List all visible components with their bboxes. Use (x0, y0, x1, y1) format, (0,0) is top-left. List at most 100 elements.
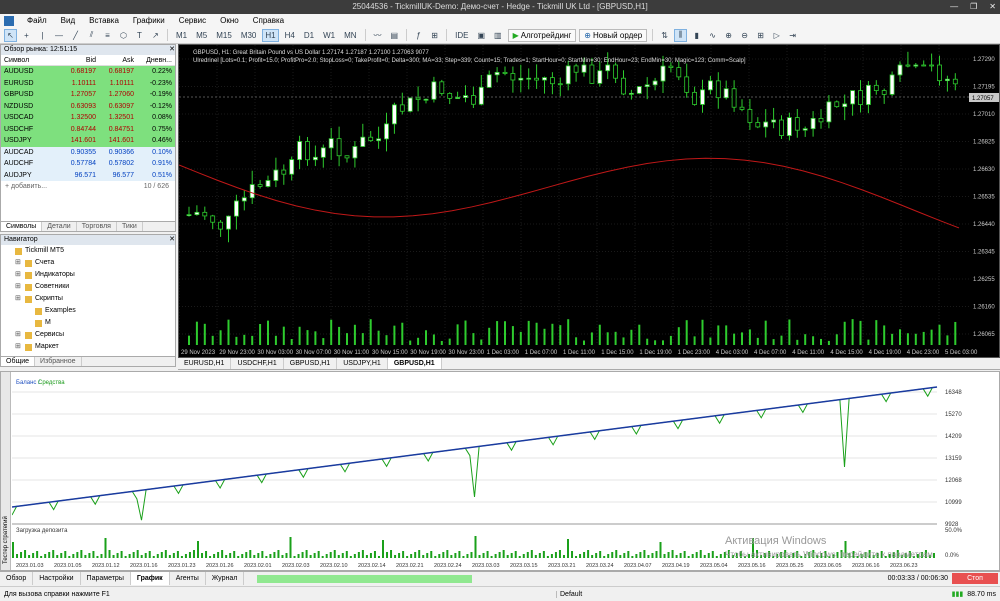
chart-tab-gbpusd[interactable]: GBPUSD,H1 (284, 358, 338, 369)
tab-symbols[interactable]: Символы (1, 222, 43, 231)
navigator-item[interactable]: ⊞ Советники (1, 281, 175, 293)
market-watch-row[interactable]: AUDCAD 0.90355 0.90366 0.10% (1, 146, 175, 158)
navigator-item[interactable]: Examples (1, 305, 175, 317)
menu-charts[interactable]: Графики (126, 14, 172, 27)
templates-icon[interactable]: ▤ (388, 29, 402, 42)
menu-tools[interactable]: Сервис (172, 14, 213, 27)
timeframe-m5[interactable]: M5 (193, 29, 210, 42)
crosshair-icon[interactable]: + (20, 29, 33, 42)
chart-tab-usdjpy[interactable]: USDJPY,H1 (337, 358, 388, 369)
tab-trading[interactable]: Торговля (77, 222, 117, 231)
indicators-icon[interactable]: ƒ (412, 29, 425, 42)
objects-icon[interactable]: ⊞ (428, 29, 441, 42)
maximize-button[interactable]: ❐ (970, 0, 977, 14)
menu-file[interactable]: Файл (20, 14, 54, 27)
close-icon[interactable]: ✕ (169, 235, 175, 245)
profile-name[interactable]: Default (556, 590, 756, 598)
deposit-bar (502, 550, 505, 558)
cell-ask: 1.32501 (108, 114, 134, 121)
tab-ticks[interactable]: Тики (117, 222, 143, 231)
tab-favorites[interactable]: Избранное (35, 357, 82, 366)
expand-icon[interactable]: ⊞ (15, 257, 22, 269)
autoscroll-icon[interactable]: ▷ (770, 29, 783, 42)
depth-icon[interactable]: ⇅ (658, 29, 671, 42)
navigator-item[interactable]: ⊞ Индикаторы (1, 269, 175, 281)
trendline-icon[interactable]: ╱ (69, 29, 82, 42)
menu-window[interactable]: Окно (213, 14, 246, 27)
expand-icon[interactable]: ⊞ (15, 293, 22, 305)
chart-tab-usdchf[interactable]: USDCHF,H1 (231, 358, 284, 369)
close-icon[interactable]: ✕ (169, 45, 175, 55)
timeframe-d1[interactable]: D1 (301, 29, 317, 42)
chart-tab-gbpusd-active[interactable]: GBPUSD,H1 (387, 358, 442, 369)
market-watch-row[interactable]: AUDJPY 96.571 96.577 0.51% (1, 169, 175, 181)
navigator-item[interactable]: ⊞ Счета (1, 257, 175, 269)
market-watch-row[interactable]: NZDUSD 0.63093 0.63097 -0.12% (1, 100, 175, 112)
channel-icon[interactable]: ⫽ (85, 29, 98, 42)
expand-icon[interactable]: ⊞ (15, 341, 22, 353)
horizontal-line-icon[interactable]: — (52, 29, 66, 42)
navigator-item[interactable]: ⊞ Скрипты (1, 293, 175, 305)
timeframe-w1[interactable]: W1 (320, 29, 338, 42)
tab-overview[interactable]: Обзор (0, 572, 34, 585)
volume-bar (369, 319, 372, 345)
expand-icon[interactable]: ⊞ (15, 329, 22, 341)
market-watch-row[interactable]: USDCAD 1.32500 1.32501 0.08% (1, 112, 175, 124)
algo-trading-button[interactable]: ▶ Алготрейдинг (507, 28, 577, 42)
timeframe-m1[interactable]: M1 (173, 29, 190, 42)
tile-icon[interactable]: ⊞ (754, 29, 767, 42)
market-watch-row[interactable]: GBPUSD 1.27057 1.27060 -0.19% (1, 89, 175, 101)
timeframe-m30[interactable]: M30 (238, 29, 260, 42)
zoom-in-icon[interactable]: ⊕ (722, 29, 735, 42)
market-watch-row[interactable]: EURUSD 1.10111 1.10111 -0.23% (1, 77, 175, 89)
expand-icon[interactable]: ⊞ (15, 281, 22, 293)
zoom-out-icon[interactable]: ⊖ (738, 29, 751, 42)
tab-parameters[interactable]: Параметры (81, 572, 131, 585)
close-button[interactable]: ✕ (989, 0, 996, 14)
timeframe-h1[interactable]: H1 (262, 28, 279, 42)
tab-graph[interactable]: График (130, 572, 170, 585)
timeframe-h4[interactable]: H4 (282, 29, 298, 42)
market-watch-row[interactable]: USDCHF 0.84744 0.84751 0.75% (1, 123, 175, 135)
new-order-button[interactable]: ⊕ Новый ордер (579, 28, 648, 42)
market-watch-row[interactable]: USDJPY 141.601 141.601 0.46% (1, 135, 175, 147)
tab-agents[interactable]: Агенты (170, 572, 206, 585)
arrows-icon[interactable]: ↗ (149, 29, 162, 42)
price-chart[interactable]: 1.27290 1.27195 1.27010 1.26825 1.26630 1.265… (178, 44, 1000, 358)
market-watch-row[interactable]: AUDUSD 0.68197 0.68197 0.22% (1, 66, 175, 78)
shift-icon[interactable]: ⇥ (786, 29, 799, 42)
price-chart-canvas[interactable]: 1.27290 1.27195 1.27010 1.26825 1.26630 1.265… (178, 45, 999, 357)
tab-settings[interactable]: Настройки (33, 572, 81, 585)
minimize-button[interactable]: — (950, 0, 958, 14)
chart-window-icon[interactable]: ▣ (474, 29, 488, 42)
chart-type-icon[interactable]: 〰 (371, 29, 385, 42)
connection-status[interactable]: ▮▮▮ 88.70 ms (952, 590, 996, 599)
add-symbol-row[interactable]: + добавить... 10 / 626 (1, 183, 175, 190)
navigator-item[interactable]: ⊞ Сервисы (1, 329, 175, 341)
candles-icon[interactable]: ▮ (690, 29, 703, 42)
menu-help[interactable]: Справка (246, 14, 291, 27)
navigator-item[interactable]: ⊞ Маркет (1, 341, 175, 353)
navigator-item[interactable]: Tickmill MT5 (1, 245, 175, 257)
shapes-icon[interactable]: ⬡ (117, 29, 130, 42)
vertical-line-icon[interactable]: | (36, 29, 49, 42)
expand-icon[interactable]: ⊞ (15, 269, 22, 281)
tab-journal[interactable]: Журнал (206, 572, 245, 585)
bar-chart-icon[interactable]: ⫼ (674, 28, 688, 42)
ide-button[interactable]: IDE (452, 29, 471, 42)
tester-icon[interactable]: ▥ (491, 29, 505, 42)
tab-common[interactable]: Общие (1, 357, 36, 366)
tab-details[interactable]: Детали (42, 222, 77, 231)
fibonacci-icon[interactable]: ≡ (101, 29, 114, 42)
text-icon[interactable]: T (133, 29, 146, 42)
timeframe-mn[interactable]: MN (341, 29, 359, 42)
menu-view[interactable]: Вид (54, 14, 82, 27)
stop-button[interactable]: Стоп (952, 573, 998, 584)
chart-tab-eurusd[interactable]: EURUSD,H1 (178, 358, 232, 369)
cursor-icon[interactable]: ↖ (4, 28, 17, 42)
timeframe-m15[interactable]: M15 (213, 29, 235, 42)
market-watch-row[interactable]: AUDCHF 0.57784 0.57802 0.91% (1, 158, 175, 170)
navigator-item[interactable]: M (1, 317, 175, 329)
menu-insert[interactable]: Вставка (82, 14, 126, 27)
line-chart-icon[interactable]: ∿ (706, 29, 719, 42)
